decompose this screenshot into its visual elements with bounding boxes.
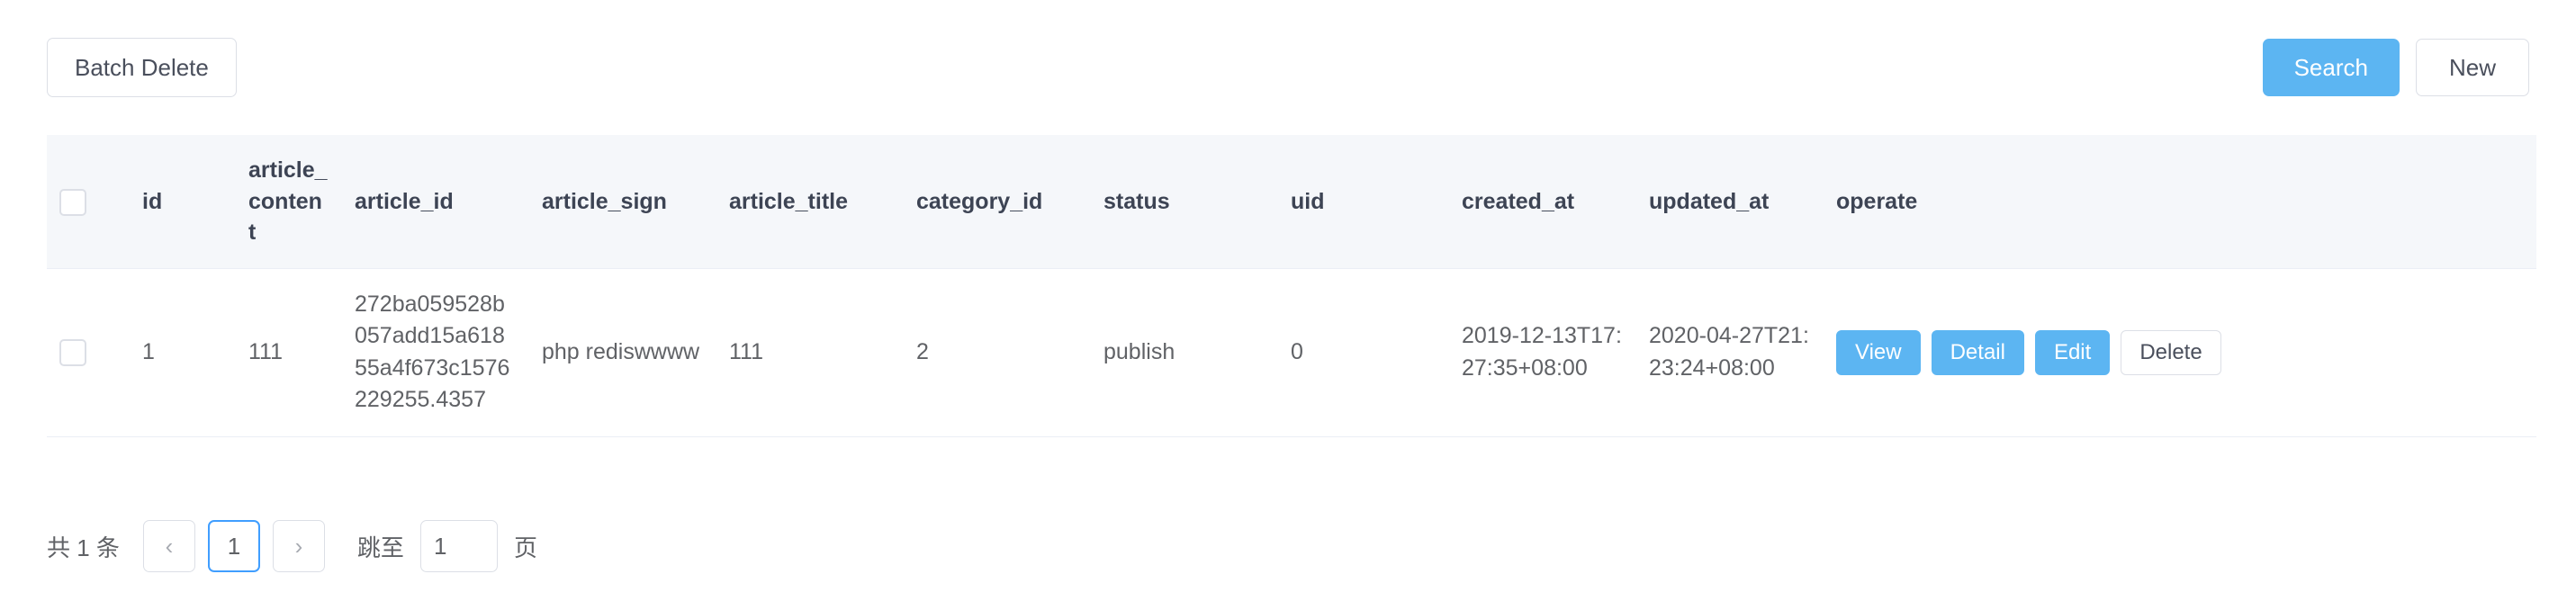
new-button[interactable]: New	[2415, 39, 2529, 96]
toolbar-right-group: Search New	[2262, 39, 2529, 96]
prev-page-button[interactable]: ‹	[142, 520, 195, 572]
page-toolbar: Batch Delete Search New	[0, 0, 2576, 135]
row-select-checkbox[interactable]	[59, 339, 86, 367]
header-cell-article-sign[interactable]: article_sign	[529, 135, 716, 269]
jump-unit-label: 页	[513, 534, 537, 561]
header-cell-updated-at[interactable]: updated_at	[1636, 135, 1824, 269]
row-cell-uid: 0	[1278, 268, 1449, 437]
table-row: 1 111 272ba059528b057add15a61855a4f673c1…	[47, 268, 2536, 437]
row-cell-article-content: 111	[236, 268, 342, 437]
header-cell-article-id[interactable]: article_id	[342, 135, 529, 269]
header-cell-article-content[interactable]: article_content	[236, 135, 342, 269]
page-jump-group: 跳至 页	[357, 520, 537, 572]
next-page-button[interactable]: ›	[272, 520, 325, 572]
page-jump-input[interactable]	[419, 520, 498, 572]
pager-controls: ‹ 1 ›	[142, 520, 325, 572]
row-cell-article-id: 272ba059528b057add15a61855a4f673c1576229…	[342, 268, 529, 437]
row-cell-article-title: 111	[716, 268, 904, 437]
row-cell-operate: View Detail Edit Delete	[1824, 268, 2536, 437]
header-cell-uid[interactable]: uid	[1278, 135, 1449, 269]
row-cell-created-at: 2019-12-13T17:27:35+08:00	[1449, 268, 1636, 437]
row-cell-id: 1	[130, 268, 236, 437]
header-cell-id[interactable]: id	[130, 135, 236, 269]
header-cell-select-all	[47, 135, 130, 269]
table-header: id article_content article_id article_si…	[47, 135, 2536, 269]
article-table: id article_content article_id article_si…	[47, 135, 2536, 437]
data-table-container: id article_content article_id article_si…	[47, 135, 2536, 437]
detail-button[interactable]: Detail	[1931, 329, 2024, 375]
row-cell-select	[47, 268, 130, 437]
header-cell-status[interactable]: status	[1091, 135, 1278, 269]
batch-delete-button[interactable]: Batch Delete	[47, 38, 237, 97]
header-cell-operate: operate	[1824, 135, 2536, 269]
row-cell-updated-at: 2020-04-27T21:23:24+08:00	[1636, 268, 1824, 437]
select-all-checkbox[interactable]	[59, 188, 86, 216]
delete-button[interactable]: Delete	[2121, 329, 2221, 375]
row-cell-category-id: 2	[904, 268, 1091, 437]
row-cell-status: publish	[1091, 268, 1278, 437]
header-cell-article-title[interactable]: article_title	[716, 135, 904, 269]
pagination-bar: 共 1 条 ‹ 1 › 跳至 页	[47, 520, 2536, 572]
page-number-button-1[interactable]: 1	[207, 520, 260, 572]
table-body: 1 111 272ba059528b057add15a61855a4f673c1…	[47, 268, 2536, 437]
edit-button[interactable]: Edit	[2034, 329, 2111, 375]
operate-button-group: View Detail Edit Delete	[1836, 329, 2524, 375]
total-count-label: 共 1 条	[47, 534, 120, 561]
view-button[interactable]: View	[1836, 329, 1921, 375]
jump-to-label: 跳至	[356, 534, 404, 561]
header-cell-category-id[interactable]: category_id	[904, 135, 1091, 269]
table-header-row: id article_content article_id article_si…	[47, 135, 2536, 269]
article-list-page: Batch Delete Search New id article_conte…	[0, 0, 2576, 610]
row-cell-article-sign: php rediswwww	[529, 268, 716, 437]
search-button[interactable]: Search	[2262, 39, 2400, 96]
header-cell-created-at[interactable]: created_at	[1449, 135, 1636, 269]
